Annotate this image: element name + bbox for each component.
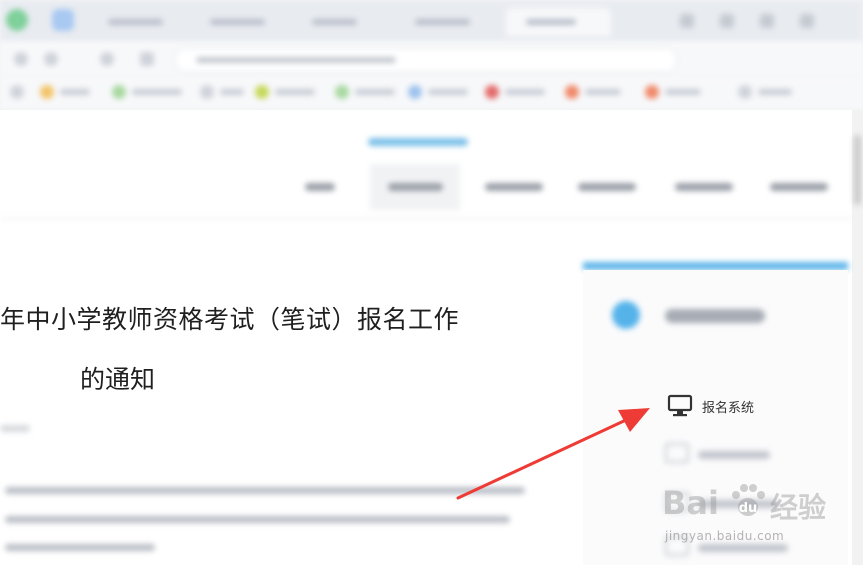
baidu-watermark: Bai du 经验: [662, 478, 862, 558]
watermark-url: jingyan.baidu.com: [665, 529, 785, 543]
watermark-jingyan: 经验: [770, 491, 827, 524]
paw-icon: du: [728, 480, 768, 520]
svg-text:du: du: [739, 501, 758, 516]
watermark-brand: Bai: [662, 484, 719, 522]
